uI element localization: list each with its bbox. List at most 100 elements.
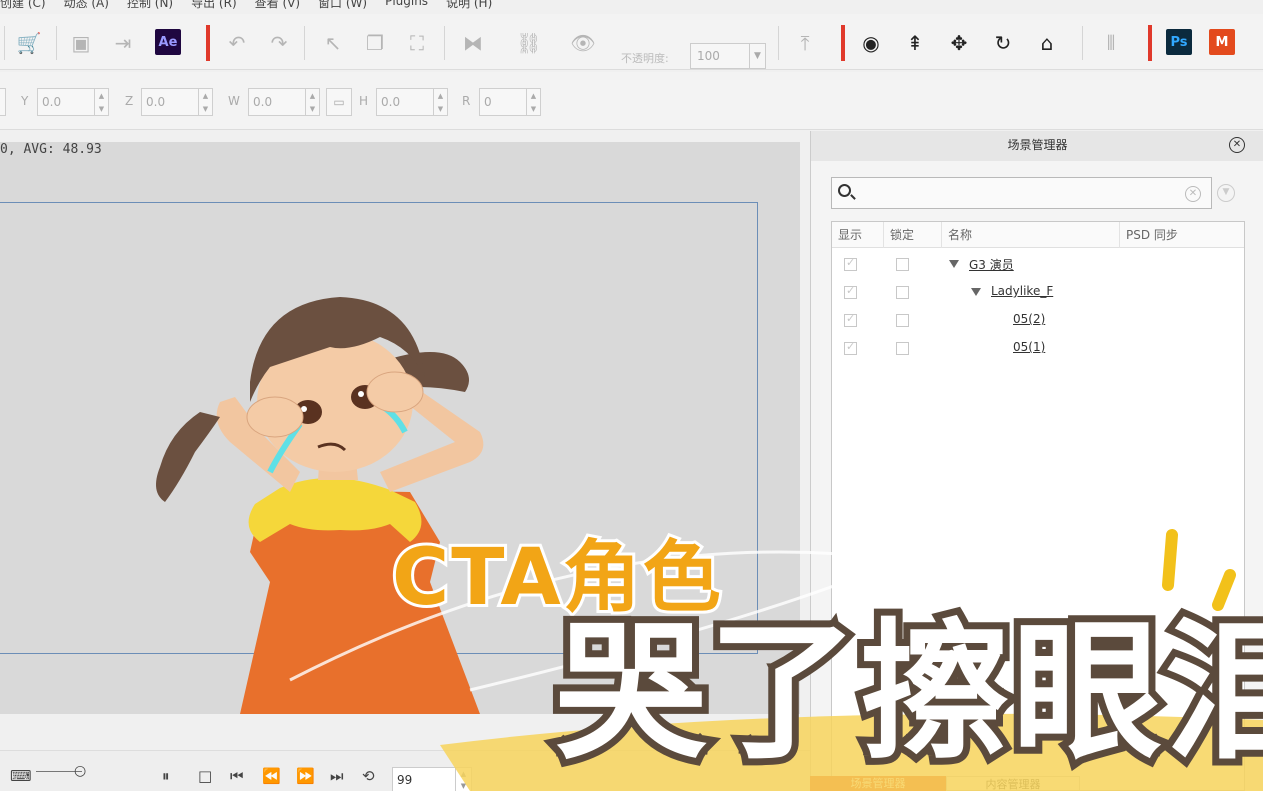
expand-triangle-icon[interactable] (971, 288, 981, 296)
clear-icon[interactable]: ✕ (1185, 186, 1201, 202)
visible-checkbox[interactable] (844, 284, 857, 299)
zoom-slider-handle[interactable]: ○ (74, 763, 86, 779)
opacity-input[interactable]: 100 ▼ (690, 43, 766, 69)
close-icon[interactable]: ✕ (1229, 137, 1245, 153)
select-arrow-icon[interactable]: ↖ (318, 28, 348, 58)
visible-checkbox[interactable] (844, 256, 857, 271)
after-effects-icon[interactable]: Ae (155, 29, 181, 55)
tree-row[interactable]: Ladylike_F (832, 278, 1244, 306)
link-icon[interactable]: ⛓ (514, 28, 544, 58)
menu-plugins[interactable]: Plugins (385, 0, 428, 10)
tree-item-name[interactable]: 05(1) (1013, 340, 1045, 354)
r-value: 0 (484, 95, 492, 109)
lock-checkbox[interactable] (896, 258, 909, 271)
x-field-edge[interactable] (0, 88, 6, 116)
move-cross-icon[interactable]: ✥ (944, 28, 974, 58)
flip-icon[interactable]: ⧓ (458, 28, 488, 58)
frame-number-input[interactable]: 99 ▲ ▼ (392, 767, 472, 791)
photoshop-icon[interactable]: Ps (1166, 29, 1192, 55)
menu-control[interactable]: 控制 (N) (127, 0, 173, 10)
chevron-down-icon[interactable]: ▼ (1217, 184, 1235, 202)
spinner-icon[interactable]: ▲ ▼ (305, 89, 319, 115)
toolbar-divider (444, 26, 445, 60)
home-icon[interactable]: ⌂ (1032, 28, 1062, 58)
visible-checkbox[interactable] (844, 340, 857, 355)
tab-scene-manager[interactable]: 场景管理器 (810, 776, 946, 791)
y-value: 0.0 (42, 95, 62, 109)
chevron-down-icon[interactable]: ▼ (749, 44, 765, 68)
spinner-icon[interactable]: ▲ ▼ (433, 89, 447, 115)
lock-ratio-icon[interactable]: ▭ (326, 88, 352, 116)
lock-checkbox[interactable] (896, 342, 909, 355)
menu-bar: 创建 (C) 动态 (A) 控制 (N) 导出 (R) 查看 (V) 窗口 (W… (0, 0, 1263, 10)
eye-icon[interactable]: 👁 (568, 28, 598, 58)
next-frame-icon[interactable]: ⏩ (296, 767, 315, 785)
crying-girl-character[interactable] (140, 292, 520, 714)
tree-item-name[interactable]: Ladylike_F (991, 284, 1053, 298)
duplicate-icon[interactable]: ❐ (360, 28, 390, 58)
h-field[interactable]: 0.0 ▲ ▼ (376, 88, 448, 116)
menu-create[interactable]: 创建 (C) (0, 0, 46, 10)
z-value: 0.0 (146, 95, 166, 109)
timeline-icon[interactable]: ⦀ (1096, 28, 1126, 58)
last-frame-icon[interactable]: ⏭ (330, 767, 344, 785)
col-psd-sync[interactable]: PSD 同步 (1120, 222, 1244, 248)
z-field[interactable]: 0.0 ▲ ▼ (141, 88, 213, 116)
toolbar-divider (56, 26, 57, 60)
cart-icon[interactable]: 🛒 (14, 28, 44, 58)
app-window: 创建 (C) 动态 (A) 控制 (N) 导出 (R) 查看 (V) 窗口 (W… (0, 0, 1263, 791)
paint-bucket-icon[interactable]: ⛶ (402, 28, 432, 58)
export-icon[interactable]: ⇥ (108, 28, 138, 58)
menu-export[interactable]: 导出 (R) (191, 0, 237, 10)
tab-content-manager[interactable]: 内容管理器 (946, 776, 1080, 791)
redo-icon[interactable]: ↷ (264, 28, 294, 58)
col-visible[interactable]: 显示 (832, 222, 884, 248)
play-pause-icon[interactable]: ⏸ (162, 767, 170, 785)
menu-view[interactable]: 查看 (V) (255, 0, 300, 10)
spinner-icon[interactable]: ▲ ▼ (455, 768, 471, 791)
menu-help[interactable]: 说明 (H) (446, 0, 492, 10)
expand-triangle-icon[interactable] (949, 260, 959, 268)
spinner-icon[interactable]: ▲ ▼ (198, 89, 212, 115)
opacity-label: 不透明度: (621, 52, 669, 65)
rotate-icon[interactable]: ↻ (988, 28, 1018, 58)
scene-tree: 显示 锁定 名称 PSD 同步 G3 演员 Ladylike_F 05(2 (831, 221, 1245, 791)
visible-checkbox[interactable] (844, 312, 857, 327)
spinner-icon[interactable]: ▲ ▼ (94, 89, 108, 115)
stage-canvas[interactable]: 0, AVG: 48.93 (0, 142, 800, 714)
w-field[interactable]: 0.0 ▲ ▼ (248, 88, 320, 116)
previous-frame-icon[interactable]: ⏪ (262, 767, 281, 785)
toolbar-divider (4, 26, 5, 60)
menu-window[interactable]: 窗口 (W) (318, 0, 367, 10)
lock-checkbox[interactable] (896, 286, 909, 299)
lock-checkbox[interactable] (896, 314, 909, 327)
opacity-value: 100 (697, 49, 720, 63)
first-frame-icon[interactable]: ⏮ (230, 767, 244, 785)
col-lock[interactable]: 锁定 (884, 222, 942, 248)
move-up-icon[interactable]: ⇞ (900, 28, 930, 58)
tree-row[interactable]: G3 演员 (832, 250, 1244, 278)
camera-eye-icon[interactable]: ◉ (856, 28, 886, 58)
search-input[interactable] (860, 182, 1180, 204)
h-value: 0.0 (381, 95, 401, 109)
tree-item-name[interactable]: 05(2) (1013, 312, 1045, 326)
undo-icon[interactable]: ↶ (222, 28, 252, 58)
toolbar-red-divider (1148, 25, 1152, 61)
w-value: 0.0 (253, 95, 273, 109)
preview-icon[interactable]: ▣ (66, 28, 96, 58)
col-name[interactable]: 名称 (942, 222, 1120, 248)
panel-title: 场景管理器 (811, 131, 1263, 161)
spinner-icon[interactable]: ▲ ▼ (526, 89, 540, 115)
menu-animate[interactable]: 动态 (A) (64, 0, 109, 10)
tree-row[interactable]: 05(1) (832, 334, 1244, 362)
tree-row[interactable]: 05(2) (832, 306, 1244, 334)
r-field[interactable]: 0 ▲ ▼ (479, 88, 541, 116)
tree-item-name[interactable]: G3 演员 (969, 256, 1014, 273)
subtitle-icon[interactable]: ⌨ (10, 767, 32, 785)
stop-icon[interactable]: □ (198, 767, 212, 785)
loop-icon[interactable]: ⟲ (362, 767, 375, 785)
align-icon[interactable]: ⤒ (790, 28, 820, 58)
m-plugin-icon[interactable]: M (1209, 29, 1235, 55)
y-field[interactable]: 0.0 ▲ ▼ (37, 88, 109, 116)
search-box[interactable]: ✕ (831, 177, 1212, 209)
